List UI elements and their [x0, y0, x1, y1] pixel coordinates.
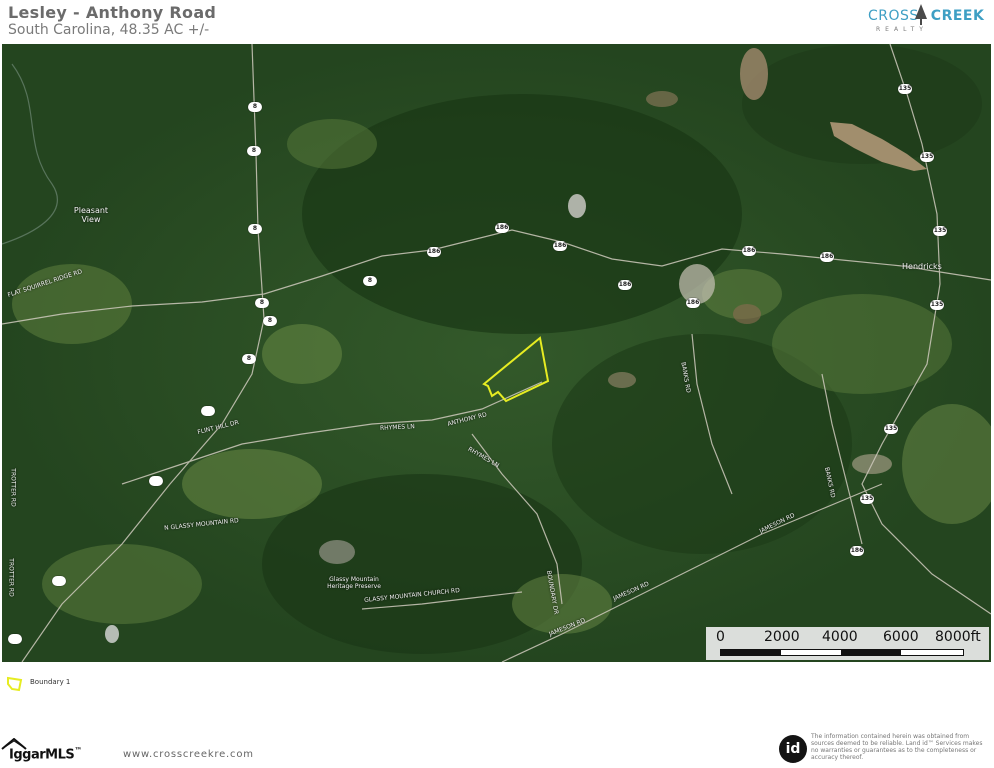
highway-shield: 135 — [920, 152, 934, 162]
highway-shield: 186 — [742, 246, 756, 256]
highway-shield: 8 — [263, 316, 277, 326]
highway-shield: 8 — [248, 224, 262, 234]
highway-shield: 8 — [247, 146, 261, 156]
scale-bar: 0 2000 4000 6000 8000ft — [706, 627, 989, 660]
brand-logo: CROSS CREEK REALTY — [868, 4, 984, 42]
highway-shield: 186 — [820, 252, 834, 262]
highway-shield — [52, 576, 66, 586]
scale-bar-graphic — [720, 649, 964, 656]
page-title: Lesley - Anthony Road — [8, 3, 217, 22]
page-subtitle: South Carolina, 48.35 AC +/- — [8, 22, 210, 38]
place-label: Hendricks — [902, 262, 942, 271]
highway-shield: 186 — [495, 223, 509, 233]
highway-shield: 186 — [686, 298, 700, 308]
road-label: TROTTER RD — [9, 468, 17, 507]
terrain-layer — [2, 44, 991, 662]
highway-shield: 135 — [930, 300, 944, 310]
highway-shield: 135 — [933, 226, 947, 236]
tree-icon — [915, 4, 927, 25]
highway-shield: 135 — [898, 84, 912, 94]
scale-label: 6000 — [883, 629, 919, 645]
brand-secondary: CREEK — [930, 8, 985, 24]
brand-tagline: REALTY — [876, 26, 928, 33]
place-label: Pleasant View — [73, 206, 109, 224]
mls-logo-text: IggarMLS — [9, 747, 75, 763]
highway-shield: 135 — [884, 424, 898, 434]
brand-primary: CROSS — [868, 8, 919, 24]
boundary-swatch-icon — [7, 676, 23, 692]
highway-shield: 8 — [242, 354, 256, 364]
map-legend: Boundary 1 — [6, 676, 306, 694]
satellite-map[interactable]: FLAT SQUIRREL RIDGE RD FLINT HILL DR RHY… — [2, 44, 991, 662]
highway-shield: 8 — [248, 102, 262, 112]
place-label: Glassy Mountain Heritage Preserve — [327, 576, 381, 590]
mls-trademark: ™ — [74, 746, 82, 755]
highway-shield: 8 — [363, 276, 377, 286]
highway-shield — [201, 406, 215, 416]
scale-label: 0 — [716, 629, 725, 645]
highway-shield — [149, 476, 163, 486]
mls-logo: IggarMLS™ — [0, 738, 100, 766]
highway-shield — [8, 634, 22, 644]
highway-shield: 186 — [553, 241, 567, 251]
highway-shield: 186 — [427, 247, 441, 257]
website-link[interactable]: www.crosscreekre.com — [123, 749, 254, 760]
highway-shield: 186 — [618, 280, 632, 290]
scale-label: 2000 — [764, 629, 800, 645]
road-label: TROTTER RD — [7, 558, 15, 597]
highway-shield: 135 — [860, 494, 874, 504]
scale-label: 4000 — [822, 629, 858, 645]
scale-label: 8000ft — [935, 629, 981, 645]
landid-logo: id — [779, 735, 807, 763]
legend-label: Boundary 1 — [30, 678, 71, 686]
highway-shield: 8 — [255, 298, 269, 308]
disclaimer-text: The information contained herein was obt… — [811, 733, 983, 761]
highway-shield: 186 — [850, 546, 864, 556]
